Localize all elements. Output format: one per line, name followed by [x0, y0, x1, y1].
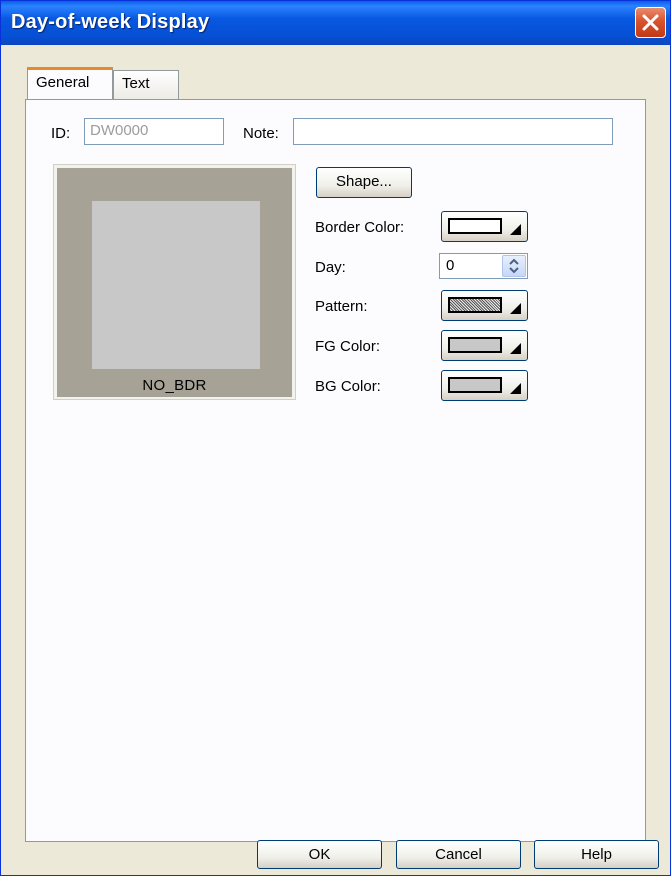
day-spinner[interactable]: 0 — [439, 253, 528, 279]
shape-button-label: Shape... — [336, 173, 392, 190]
note-field[interactable] — [293, 118, 613, 145]
cancel-button[interactable]: Cancel — [396, 840, 521, 869]
preview-shape-label: NO_BDR — [142, 377, 207, 394]
day-value: 0 — [446, 257, 455, 274]
tab-text[interactable]: Text — [113, 70, 179, 99]
pattern-label: Pattern: — [315, 298, 368, 315]
ok-button[interactable]: OK — [257, 840, 382, 869]
window-title: Day-of-week Display — [11, 11, 210, 33]
bg-color-label: BG Color: — [315, 378, 381, 395]
shape-preview: NO_BDR — [53, 164, 296, 400]
preview-border-area: NO_BDR — [57, 168, 292, 397]
ok-button-label: OK — [308, 846, 331, 863]
dropdown-arrow-icon — [510, 224, 521, 235]
title-bar[interactable]: Day-of-week Display — [1, 1, 670, 45]
dialog-window: Day-of-week Display General Text ID: DW0… — [0, 0, 671, 876]
day-label: Day: — [315, 259, 346, 276]
dropdown-arrow-icon — [510, 383, 521, 394]
pattern-swatch — [448, 297, 502, 313]
close-icon — [642, 14, 659, 31]
bg-color-swatch — [448, 377, 502, 393]
tab-general[interactable]: General — [27, 67, 113, 99]
dropdown-arrow-icon — [510, 343, 521, 354]
id-label: ID: — [51, 125, 71, 142]
id-field: DW0000 — [84, 118, 224, 145]
note-label: Note: — [243, 125, 279, 142]
preview-fill-area — [92, 201, 260, 369]
bg-color-picker[interactable] — [441, 370, 528, 401]
help-button[interactable]: Help — [534, 840, 659, 869]
border-color-swatch — [448, 218, 502, 234]
fg-color-swatch — [448, 337, 502, 353]
pattern-picker[interactable] — [441, 290, 528, 321]
fg-color-label: FG Color: — [315, 338, 381, 355]
border-color-label: Border Color: — [315, 219, 405, 236]
spinner-buttons[interactable] — [502, 255, 526, 277]
cancel-button-label: Cancel — [435, 846, 482, 863]
border-color-picker[interactable] — [441, 211, 528, 242]
fg-color-picker[interactable] — [441, 330, 528, 361]
help-button-label: Help — [581, 846, 612, 863]
close-button[interactable] — [635, 7, 666, 38]
shape-button[interactable]: Shape... — [316, 167, 412, 198]
spinner-arrows-icon — [509, 258, 519, 274]
dropdown-arrow-icon — [510, 303, 521, 314]
